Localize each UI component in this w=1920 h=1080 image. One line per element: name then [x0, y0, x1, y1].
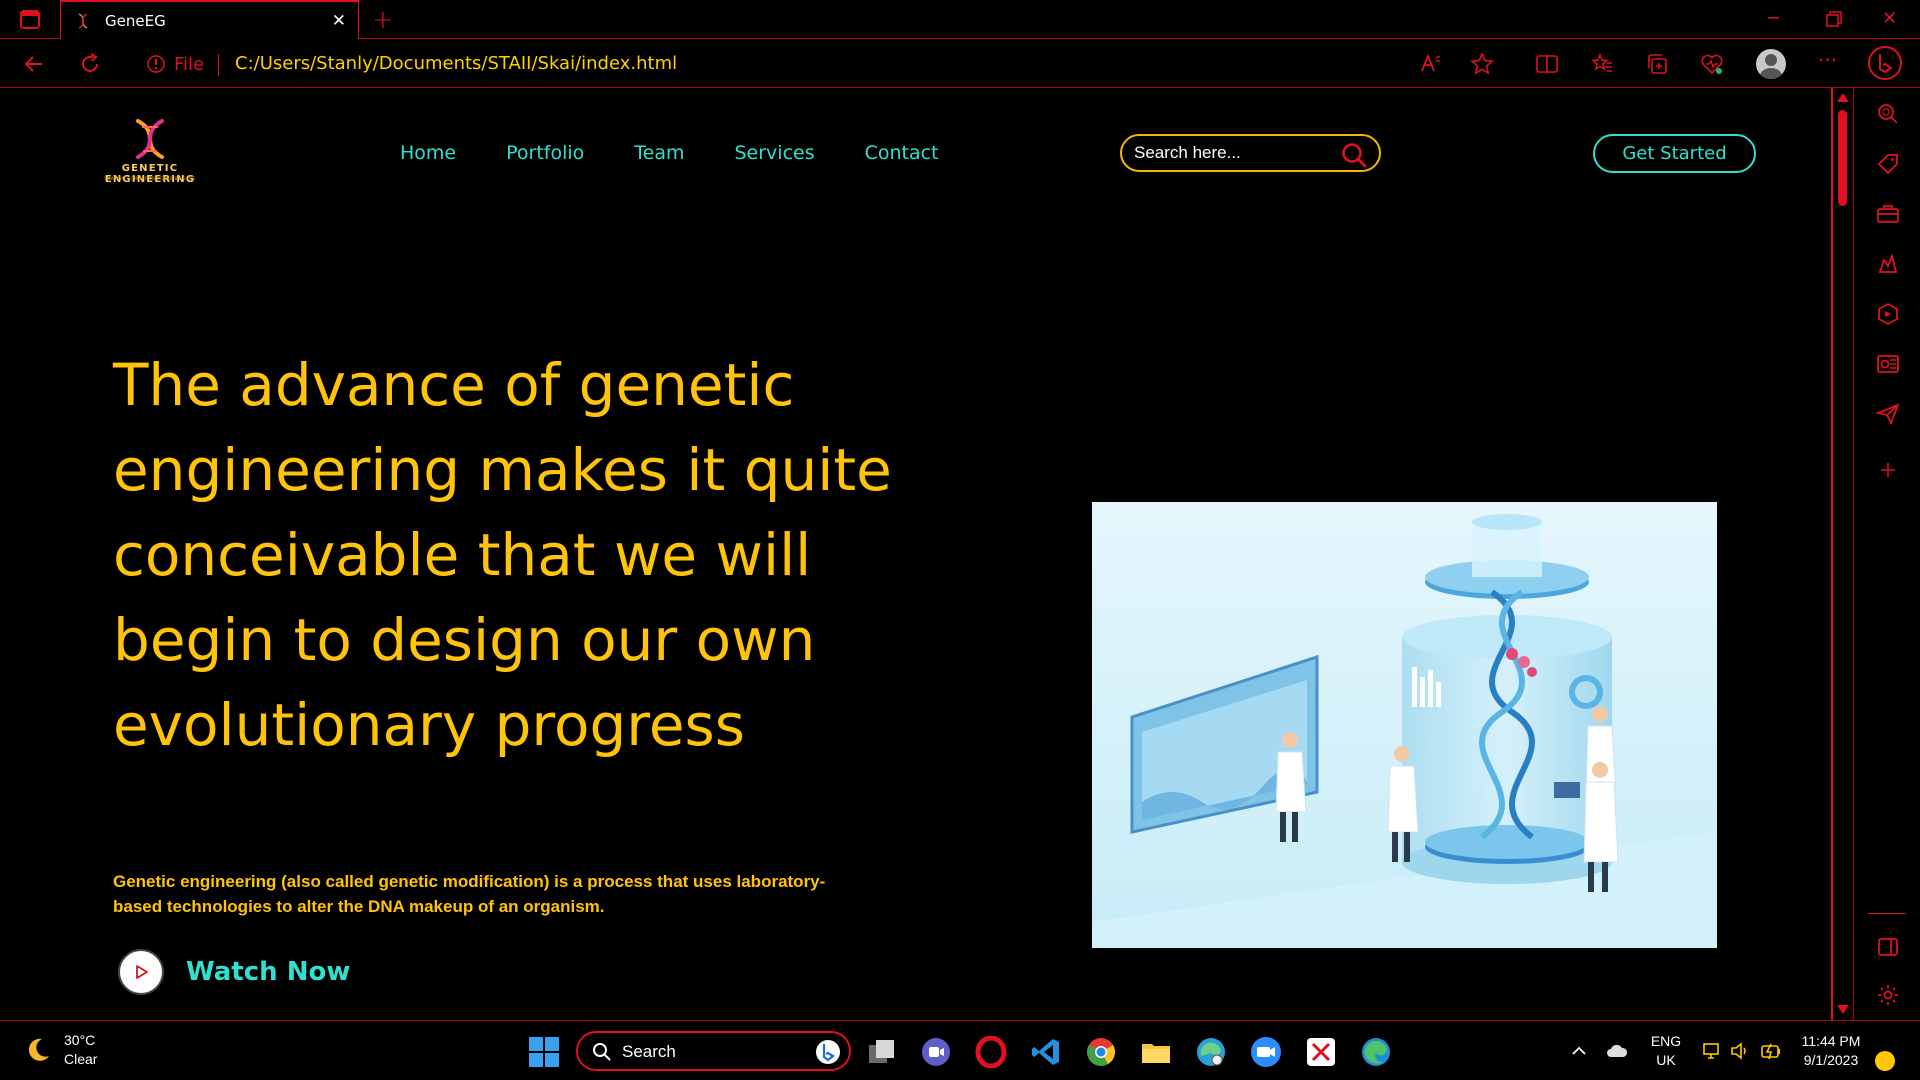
- browser-tab-bar: GeneEG ✕ + ─ ✕: [0, 0, 1920, 39]
- vscode-icon[interactable]: [1030, 1036, 1062, 1068]
- dna-logo-icon: [136, 119, 164, 159]
- search-input[interactable]: [1134, 142, 1334, 164]
- sidebar-games-icon[interactable]: [1876, 252, 1900, 276]
- clock-time: 11:44 PM: [1801, 1033, 1861, 1049]
- opera-icon[interactable]: [975, 1036, 1007, 1068]
- nav-home[interactable]: Home: [400, 142, 456, 164]
- bing-icon[interactable]: [815, 1039, 841, 1065]
- sidebar-divider: [1868, 913, 1906, 914]
- site-search: [1120, 134, 1381, 172]
- back-icon[interactable]: [22, 52, 46, 76]
- tab-title: GeneEG: [105, 12, 166, 30]
- edge-sidebar: [1853, 88, 1920, 1020]
- minimize-icon[interactable]: ─: [1768, 8, 1779, 29]
- sidebar-panel-icon[interactable]: [1876, 935, 1900, 959]
- keyboard-layout: UK: [1656, 1052, 1676, 1068]
- moon-icon: [28, 1038, 49, 1061]
- info-icon: [147, 55, 165, 73]
- site-info-chip[interactable]: File: [146, 52, 204, 76]
- copilot-bing-icon[interactable]: [1868, 46, 1902, 80]
- sidebar-add-icon[interactable]: [1876, 458, 1900, 482]
- scroll-down-arrow[interactable]: [1837, 1005, 1849, 1014]
- edge-dev-icon[interactable]: [1195, 1036, 1227, 1068]
- network-icon[interactable]: [1702, 1041, 1722, 1061]
- hero-title: The advance of genetic engineering makes…: [113, 351, 892, 759]
- notification-icon[interactable]: [1875, 1051, 1895, 1071]
- hero-description: Genetic engineering (also called genetic…: [113, 872, 826, 916]
- logo-tagline: SHAPING TOMORROW, GENE BY GENE: [104, 176, 196, 181]
- sidebar-office-icon[interactable]: [1876, 302, 1900, 326]
- sidebar-outlook-icon[interactable]: [1876, 352, 1900, 376]
- play-icon: [136, 965, 148, 979]
- language-indicator[interactable]: ENG UK: [1646, 1032, 1686, 1070]
- sidebar-shopping-tag-icon[interactable]: [1876, 152, 1900, 176]
- page-scrollbar[interactable]: [1831, 88, 1853, 1020]
- scroll-thumb[interactable]: [1838, 110, 1847, 206]
- file-label: File: [174, 53, 205, 75]
- search-icon[interactable]: [1340, 141, 1368, 169]
- sidebar-settings-gear-icon[interactable]: [1876, 983, 1900, 1007]
- zoom-icon[interactable]: [1250, 1036, 1282, 1068]
- browser-tab[interactable]: GeneEG ✕: [60, 0, 359, 39]
- language-code: ENG: [1650, 1033, 1682, 1049]
- scroll-up-arrow[interactable]: [1837, 93, 1849, 102]
- favorite-star-icon[interactable]: [1470, 52, 1494, 76]
- clock-date: 9/1/2023: [1803, 1052, 1859, 1068]
- dna-favicon-icon: [78, 13, 88, 29]
- window-close-icon[interactable]: ✕: [1882, 8, 1897, 29]
- taskbar-search-label: Search: [622, 1042, 676, 1061]
- browser-essentials-icon[interactable]: [1700, 52, 1724, 76]
- favorites-icon[interactable]: [1590, 52, 1614, 76]
- tab-close-icon[interactable]: ✕: [332, 11, 346, 31]
- main-nav: Home Portfolio Team Services Contact: [400, 142, 989, 164]
- nav-team[interactable]: Team: [634, 142, 684, 164]
- clock[interactable]: 11:44 PM 9/1/2023: [1796, 1032, 1866, 1070]
- lab-scientists-illustration: [1092, 502, 1717, 948]
- refresh-icon[interactable]: [78, 52, 102, 76]
- sidebar-tools-icon[interactable]: [1876, 202, 1900, 226]
- profile-avatar[interactable]: [1756, 49, 1786, 79]
- address-separator: [218, 54, 219, 76]
- nav-contact[interactable]: Contact: [865, 142, 939, 164]
- logo-name: GENETIC ENGINEERING: [104, 163, 196, 185]
- weather-condition: Clear: [64, 1051, 98, 1067]
- restore-icon[interactable]: [1826, 11, 1842, 27]
- browser-address-bar: File C:/Users/Stanly/Documents/STAII/Ska…: [0, 40, 1920, 88]
- watch-now-label: Watch Now: [186, 957, 351, 987]
- battery-icon[interactable]: [1760, 1041, 1782, 1061]
- taskbar-search-icon: [593, 1043, 611, 1061]
- sidebar-send-icon[interactable]: [1876, 402, 1900, 426]
- tab-actions-icon[interactable]: [20, 10, 40, 29]
- task-view-icon[interactable]: [866, 1036, 898, 1068]
- edge-icon[interactable]: [1360, 1036, 1392, 1068]
- windows-start-icon[interactable]: [529, 1037, 559, 1067]
- nav-services[interactable]: Services: [735, 142, 815, 164]
- file-explorer-icon[interactable]: [1140, 1036, 1172, 1068]
- url-text[interactable]: C:/Users/Stanly/Documents/STAII/Skai/ind…: [235, 53, 677, 74]
- site-logo[interactable]: GENETIC ENGINEERING SHAPING TOMORROW, GE…: [76, 119, 224, 185]
- sidebar-search-icon[interactable]: [1876, 102, 1900, 126]
- split-screen-icon[interactable]: [1535, 52, 1559, 76]
- web-page: GENETIC ENGINEERING SHAPING TOMORROW, GE…: [0, 89, 1831, 1019]
- collections-icon[interactable]: [1645, 52, 1669, 76]
- more-menu-icon[interactable]: ···: [1818, 48, 1842, 72]
- new-tab-icon[interactable]: +: [372, 5, 394, 35]
- snipping-tool-icon[interactable]: [1305, 1036, 1337, 1068]
- get-started-button[interactable]: Get Started: [1593, 134, 1756, 173]
- teams-chat-icon[interactable]: [920, 1036, 952, 1068]
- weather-widget[interactable]: 30°C Clear: [24, 1031, 97, 1069]
- windows-taskbar: 30°C Clear Search ENG UK 11:44 PM 9/1/20…: [0, 1020, 1920, 1080]
- tray-overflow-chevron-icon[interactable]: [1571, 1043, 1587, 1059]
- play-button[interactable]: [118, 949, 164, 995]
- volume-icon[interactable]: [1730, 1041, 1750, 1061]
- onedrive-cloud-icon[interactable]: [1606, 1042, 1628, 1060]
- nav-portfolio[interactable]: Portfolio: [506, 142, 584, 164]
- watch-now-button[interactable]: Watch Now: [118, 949, 350, 995]
- read-aloud-icon[interactable]: [1419, 52, 1443, 76]
- taskbar-search[interactable]: Search: [576, 1031, 851, 1071]
- chrome-icon[interactable]: [1085, 1036, 1117, 1068]
- weather-temperature: 30°C: [64, 1032, 96, 1048]
